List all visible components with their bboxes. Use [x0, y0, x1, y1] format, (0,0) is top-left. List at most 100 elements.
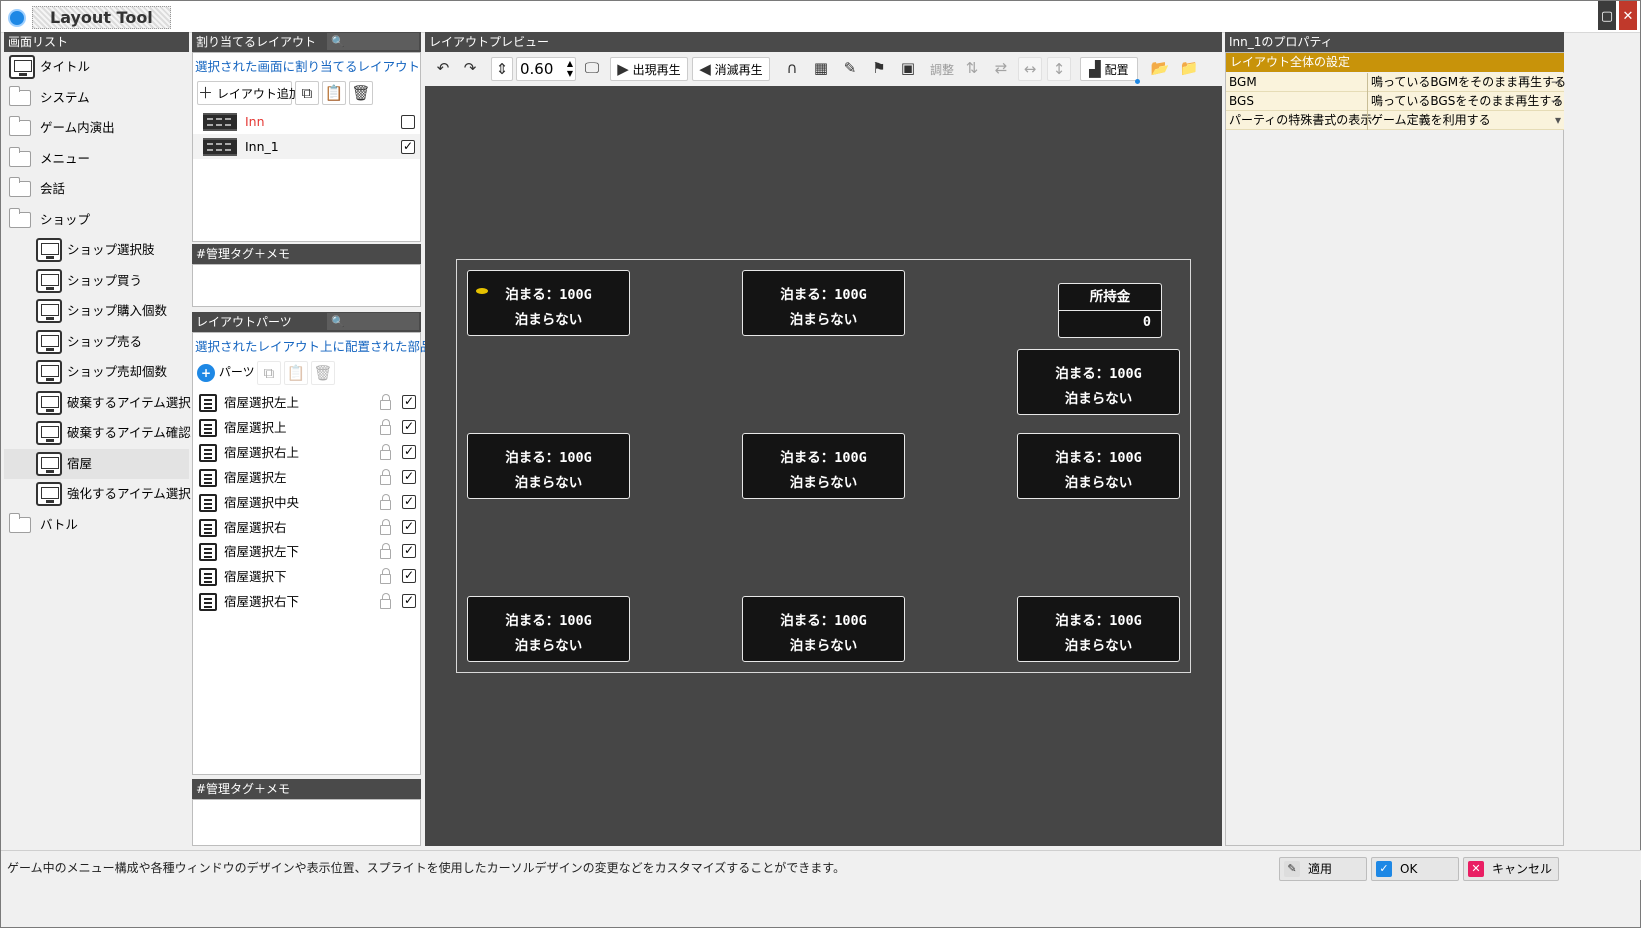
screen-item[interactable]: 会話 — [4, 174, 189, 204]
property-row[interactable]: BGS 鳴っているBGSをそのまま再生する → — [1226, 92, 1564, 111]
arrange-button[interactable]: ▟ 配置 — [1080, 57, 1140, 84]
screen-item[interactable]: システム — [4, 83, 189, 113]
inn-choice-window[interactable]: 泊まる：100G 泊まらない — [1017, 349, 1180, 415]
part-row[interactable]: 宿屋選択下 ✓ — [193, 564, 420, 589]
grid-button[interactable]: ▦ — [809, 57, 833, 81]
parts-search-field[interactable]: 🔍 — [327, 313, 419, 330]
assign-memo-field[interactable] — [192, 264, 421, 307]
part-visible-checkbox[interactable]: ✓ — [402, 395, 416, 409]
eyedropper-button[interactable]: ✎ — [838, 57, 862, 81]
fit-height-button[interactable]: ⇕ — [491, 57, 513, 81]
lock-icon[interactable] — [380, 468, 391, 485]
screen-item[interactable]: ショップ買う — [4, 266, 189, 296]
layout-row[interactable]: Inn_1 ✓ — [193, 134, 420, 159]
inn-choice-window[interactable]: 泊まる：100G 泊まらない — [742, 596, 905, 662]
part-visible-checkbox[interactable]: ✓ — [402, 544, 416, 559]
lock-icon[interactable] — [380, 418, 391, 435]
copy-part-button[interactable]: ⧉ — [257, 361, 281, 385]
lock-icon[interactable] — [380, 568, 391, 585]
part-visible-checkbox[interactable]: ✓ — [402, 519, 416, 534]
add-part-button[interactable]: + パーツ — [197, 361, 255, 385]
play-vanish-button[interactable]: ◀ 消滅再生 — [692, 57, 770, 81]
layout-checkbox[interactable]: ✓ — [401, 140, 415, 154]
property-row[interactable]: BGM 鳴っているBGMをそのまま再生する → — [1226, 73, 1566, 92]
delete-part-button[interactable]: 🗑 — [311, 361, 335, 385]
lock-icon[interactable] — [380, 518, 391, 535]
arrow-right-icon[interactable]: → — [1551, 92, 1561, 111]
undo-button[interactable]: ↶ — [431, 57, 455, 81]
copy-button[interactable]: ⧉ — [295, 81, 319, 105]
ok-button[interactable]: ✓ OK — [1371, 857, 1459, 881]
close-button[interactable]: ✕ — [1619, 1, 1637, 30]
part-row[interactable]: 宿屋選択上 ✓ — [193, 415, 420, 440]
arrow-right-icon[interactable]: → — [1551, 73, 1561, 92]
part-visible-checkbox[interactable]: ✓ — [402, 569, 416, 584]
part-visible-checkbox[interactable]: ✓ — [402, 419, 416, 434]
screen-item[interactable]: バトル — [4, 510, 189, 540]
zoom-input[interactable]: 0.60 ▲ ▼ — [516, 57, 576, 81]
parts-memo-field[interactable] — [192, 799, 421, 846]
inn-choice-window[interactable]: 泊まる：100G 泊まらない — [1017, 433, 1180, 499]
inn-choice-window[interactable]: 泊まる：100G 泊まらない — [1017, 596, 1180, 662]
layout-row[interactable]: Inn — [193, 109, 420, 134]
screen-item[interactable]: 強化するアイテム選択 — [4, 479, 191, 509]
inn-choice-window[interactable]: 泊まる：100G 泊まらない — [467, 433, 630, 499]
screen-item[interactable]: 破棄するアイテム確認 — [4, 418, 191, 448]
part-row[interactable]: 宿屋選択右 ✓ — [193, 515, 420, 540]
badge-button[interactable]: ⚑ — [867, 57, 891, 81]
part-visible-checkbox[interactable]: ✓ — [402, 494, 416, 509]
part-row[interactable]: 宿屋選択中央 ✓ — [193, 490, 420, 515]
undo-icon: ↶ — [436, 59, 450, 77]
layout-checkbox[interactable] — [401, 115, 415, 129]
part-visible-checkbox[interactable]: ✓ — [402, 469, 416, 484]
part-visible-checkbox[interactable]: ✓ — [402, 444, 416, 459]
lock-icon[interactable] — [380, 593, 391, 610]
screen-item[interactable]: ショップ — [4, 205, 189, 235]
maximize-button[interactable]: ▢ — [1598, 1, 1616, 30]
delete-button[interactable]: 🗑 — [349, 81, 373, 105]
screen-item[interactable]: ショップ売却個数 — [4, 357, 189, 387]
stretch-vertical-button[interactable]: ↕ — [1047, 57, 1071, 81]
money-window[interactable]: 所持金 0 — [1058, 283, 1162, 338]
inn-choice-window[interactable]: 泊まる：100G 泊まらない — [467, 596, 630, 662]
part-visible-checkbox[interactable]: ✓ — [402, 594, 416, 609]
swap-horizontal-button[interactable]: ⇄ — [989, 57, 1013, 81]
part-row[interactable]: 宿屋選択右下 ✓ — [193, 589, 420, 614]
screen-item[interactable]: ショップ売る — [4, 327, 189, 357]
window-button[interactable]: ▣ — [896, 57, 920, 81]
screen-item[interactable]: 破棄するアイテム選択 — [4, 388, 191, 418]
part-row[interactable]: 宿屋選択左上 ✓ — [193, 390, 420, 415]
add-layout-button[interactable]: ＋ レイアウト追加 — [197, 81, 301, 105]
magnet-button[interactable]: ∩ — [780, 57, 804, 81]
screen-item[interactable]: メニュー — [4, 144, 189, 174]
screen-item[interactable]: 宿屋 — [4, 448, 189, 479]
screen-item[interactable]: ショップ選択肢 — [4, 235, 189, 265]
lock-icon[interactable] — [380, 543, 391, 560]
lock-icon[interactable] — [380, 443, 391, 460]
screen-item[interactable]: ショップ購入個数 — [4, 296, 189, 326]
redo-button[interactable]: ↷ — [458, 57, 482, 81]
paste-part-button[interactable]: 📋 — [284, 361, 308, 385]
export-button[interactable]: 📁 — [1177, 57, 1201, 81]
part-row[interactable]: 宿屋選択左 ✓ — [193, 465, 420, 490]
screen-item[interactable]: タイトル — [4, 52, 189, 82]
import-button[interactable]: 📂 — [1148, 57, 1172, 81]
play-appear-button[interactable]: ▶ 出現再生 — [610, 57, 688, 81]
inn-choice-window[interactable]: 泊まる：100G 泊まらない — [467, 270, 630, 336]
part-row[interactable]: 宿屋選択右上 ✓ — [193, 440, 420, 465]
inn-choice-window[interactable]: 泊まる：100G 泊まらない — [742, 270, 905, 336]
apply-button[interactable]: ✎ 適用 — [1279, 857, 1367, 881]
inn-choice-window[interactable]: 泊まる：100G 泊まらない — [742, 433, 905, 499]
screen-item[interactable]: ゲーム内演出 — [4, 113, 189, 143]
dropdown-icon[interactable]: ▾ — [1555, 111, 1561, 130]
lock-icon[interactable] — [380, 493, 391, 510]
swap-vertical-button[interactable]: ⇅ — [960, 57, 984, 81]
screen-button[interactable]: 🖵 — [580, 57, 604, 81]
stretch-horizontal-button[interactable]: ↔ — [1018, 57, 1042, 81]
property-row[interactable]: パーティの特殊書式の表示 ゲーム定義を利用する ▾ — [1226, 111, 1564, 130]
cancel-button[interactable]: ✕ キャンセル — [1463, 857, 1559, 881]
assign-search-field[interactable]: 🔍 — [327, 33, 419, 50]
lock-icon[interactable] — [380, 394, 391, 410]
part-row[interactable]: 宿屋選択左下 ✓ — [193, 539, 420, 564]
paste-button[interactable]: 📋 — [322, 81, 346, 105]
